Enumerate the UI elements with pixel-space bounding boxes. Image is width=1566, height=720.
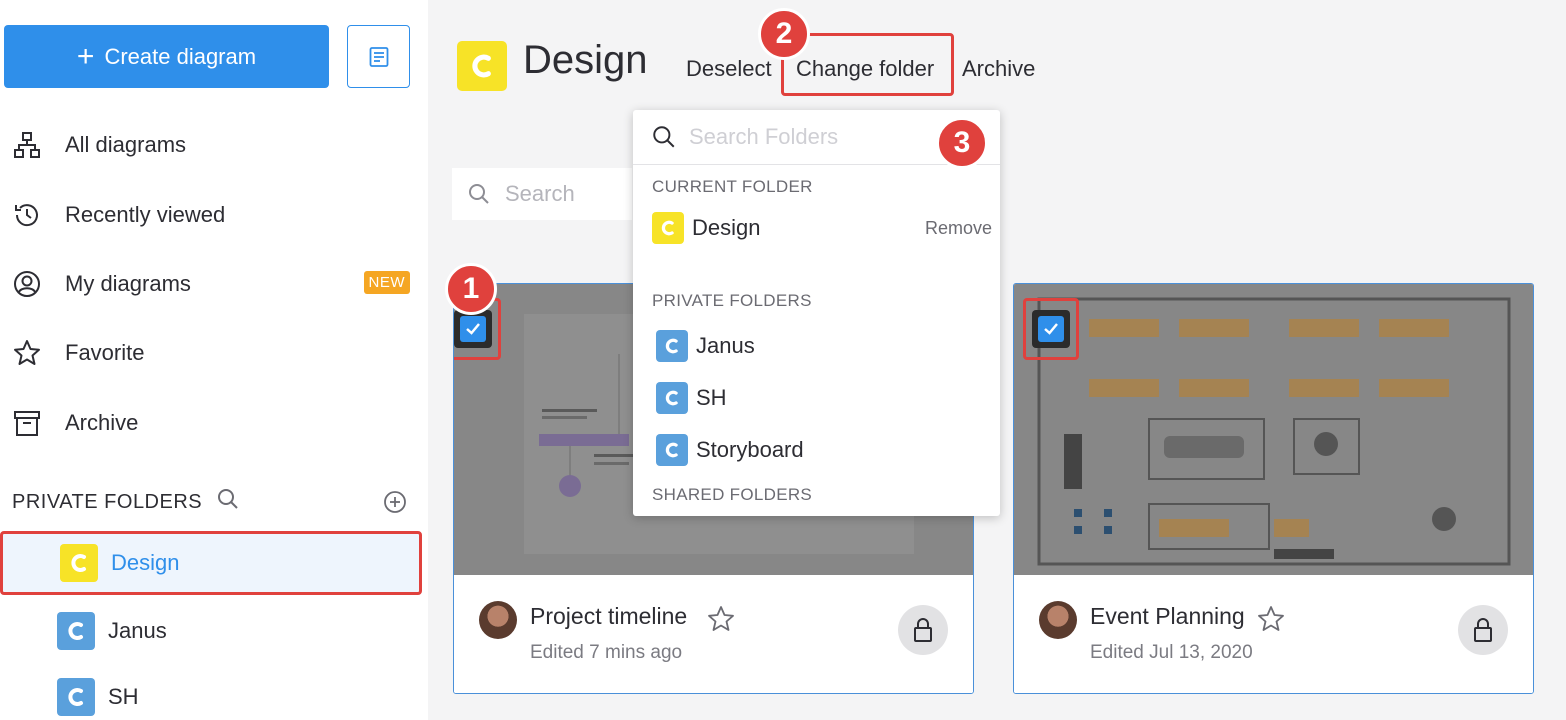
dropdown-folder-janus[interactable]: Janus <box>656 326 996 366</box>
archive-button[interactable]: Archive <box>962 56 1035 82</box>
document-icon <box>369 46 388 67</box>
add-folder-icon[interactable] <box>383 490 407 520</box>
search-icon[interactable] <box>216 487 240 517</box>
folder-icon <box>652 212 684 244</box>
avatar <box>479 601 517 639</box>
sidebar-folder-janus[interactable]: Janus <box>0 599 428 663</box>
change-folder-dropdown: CURRENT FOLDER Design Remove PRIVATE FOL… <box>633 110 1000 516</box>
sidebar-folder-sh[interactable]: SH <box>0 665 428 720</box>
shared-folders-header: SHARED FOLDERS <box>652 485 813 504</box>
nav-my-diagrams[interactable]: My diagrams NEW <box>10 264 410 304</box>
nav-all-diagrams[interactable]: All diagrams <box>10 125 410 165</box>
nav-recently-viewed[interactable]: Recently viewed <box>10 195 410 235</box>
avatar <box>1039 601 1077 639</box>
folder-label: Janus <box>108 618 167 643</box>
folder-icon <box>60 544 98 582</box>
current-folder-header: CURRENT FOLDER <box>652 177 813 196</box>
star-icon[interactable] <box>1256 604 1286 634</box>
search-placeholder: Search <box>505 181 575 206</box>
star-icon <box>10 336 44 370</box>
select-checkbox[interactable] <box>454 310 492 348</box>
card-subtitle: Edited Jul 13, 2020 <box>1090 642 1253 663</box>
folder-label: SH <box>108 684 139 709</box>
create-diagram-label: Create diagram <box>104 43 257 69</box>
lock-icon <box>914 618 932 642</box>
deselect-button[interactable]: Deselect <box>686 56 772 82</box>
plus-icon: + <box>76 39 95 73</box>
nav-label: Recently viewed <box>65 202 226 227</box>
star-icon[interactable] <box>706 604 736 634</box>
folder-icon <box>57 678 95 716</box>
folder-search-input[interactable] <box>689 124 919 150</box>
dropdown-folder-storyboard[interactable]: Storyboard <box>656 430 996 470</box>
private-folders-label: PRIVATE FOLDERS <box>12 490 203 513</box>
lock-icon <box>1474 618 1492 642</box>
new-badge: NEW <box>363 271 410 294</box>
card-info: Event Planning Edited Jul 13, 2020 <box>1014 575 1533 693</box>
current-folder-item: Design Remove <box>652 208 992 248</box>
folder-label: SH <box>696 385 727 410</box>
card-title[interactable]: Project timeline <box>530 603 687 630</box>
floorplan-preview <box>1037 297 1511 566</box>
archive-icon <box>10 406 44 440</box>
folder-icon <box>457 41 507 91</box>
nav-label: Favorite <box>65 340 145 365</box>
create-diagram-button[interactable]: + Create diagram <box>4 25 329 88</box>
search-icon <box>653 126 675 148</box>
dropdown-folder-sh[interactable]: SH <box>656 378 996 418</box>
nav-label: My diagrams <box>65 271 191 296</box>
card-subtitle: Edited 7 mins ago <box>530 642 683 663</box>
checkmark-icon <box>1044 323 1058 335</box>
step-marker-3: 3 <box>936 117 988 169</box>
page-title: Design <box>523 38 648 82</box>
search-input[interactable]: Search <box>452 168 632 220</box>
folder-label: Janus <box>696 333 755 358</box>
private-folders-header: PRIVATE FOLDERS <box>12 487 407 517</box>
folder-label: Storyboard <box>696 437 804 462</box>
step-marker-1: 1 <box>445 263 497 315</box>
sidebar-folder-design[interactable]: Design <box>0 531 422 595</box>
folder-icon <box>656 434 688 466</box>
checkmark-icon <box>466 323 480 335</box>
history-icon <box>10 198 44 232</box>
search-icon <box>469 184 489 204</box>
card-title[interactable]: Event Planning <box>1090 603 1245 630</box>
diagram-thumbnail <box>1014 284 1533 575</box>
folder-icon <box>656 382 688 414</box>
folder-icon <box>57 612 95 650</box>
nav-archive[interactable]: Archive <box>10 403 410 443</box>
folder-label: Design <box>111 550 180 575</box>
user-circle-icon <box>10 267 44 301</box>
nav-favorite[interactable]: Favorite <box>10 333 410 373</box>
card-info: Project timeline Edited 7 mins ago <box>454 575 973 693</box>
lock-button[interactable] <box>1458 605 1508 655</box>
remove-button[interactable]: Remove <box>925 218 992 239</box>
nav-label: Archive <box>65 410 139 435</box>
select-checkbox[interactable] <box>1032 310 1070 348</box>
lock-button[interactable] <box>898 605 948 655</box>
private-folders-header: PRIVATE FOLDERS <box>652 291 812 310</box>
diagram-card-event-planning[interactable]: Event Planning Edited Jul 13, 2020 <box>1013 283 1534 694</box>
folder-icon <box>656 330 688 362</box>
sitemap-icon <box>10 128 44 162</box>
templates-button[interactable] <box>347 25 410 88</box>
sidebar: + Create diagram All diagrams Recently v… <box>0 0 428 720</box>
nav-label: All diagrams <box>65 132 187 157</box>
step-marker-2: 2 <box>758 8 810 60</box>
folder-label: Design <box>692 215 761 240</box>
checkbox-highlight <box>1023 298 1079 360</box>
